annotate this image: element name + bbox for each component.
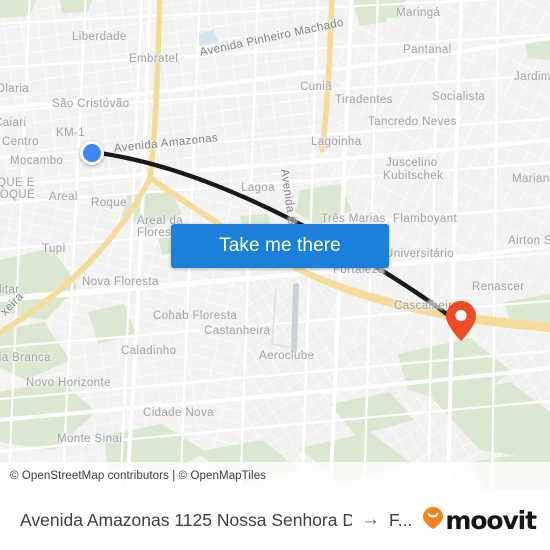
- destination-marker[interactable]: [445, 300, 477, 342]
- arrow-right-icon: →: [361, 509, 381, 530]
- moovit-logo[interactable]: moovit: [422, 505, 537, 535]
- moovit-wordmark: moovit: [445, 505, 537, 535]
- origin-marker[interactable]: [80, 141, 104, 165]
- take-me-there-button[interactable]: Take me there: [171, 224, 389, 268]
- trip-origin-label: Avenida Amazonas 1125 Nossa Senhora Das …: [20, 509, 353, 530]
- trip-destination-label: F...: [389, 509, 413, 530]
- footer-bar: Avenida Amazonas 1125 Nossa Senhora Das …: [0, 490, 550, 550]
- map-attribution: © OpenStreetMap contributors | © OpenMap…: [0, 462, 550, 490]
- moovit-map-screen: Liberdade Embratel Maringá Pantanal Cuniã Tir…: [0, 0, 550, 550]
- moovit-pin-icon: [422, 506, 444, 535]
